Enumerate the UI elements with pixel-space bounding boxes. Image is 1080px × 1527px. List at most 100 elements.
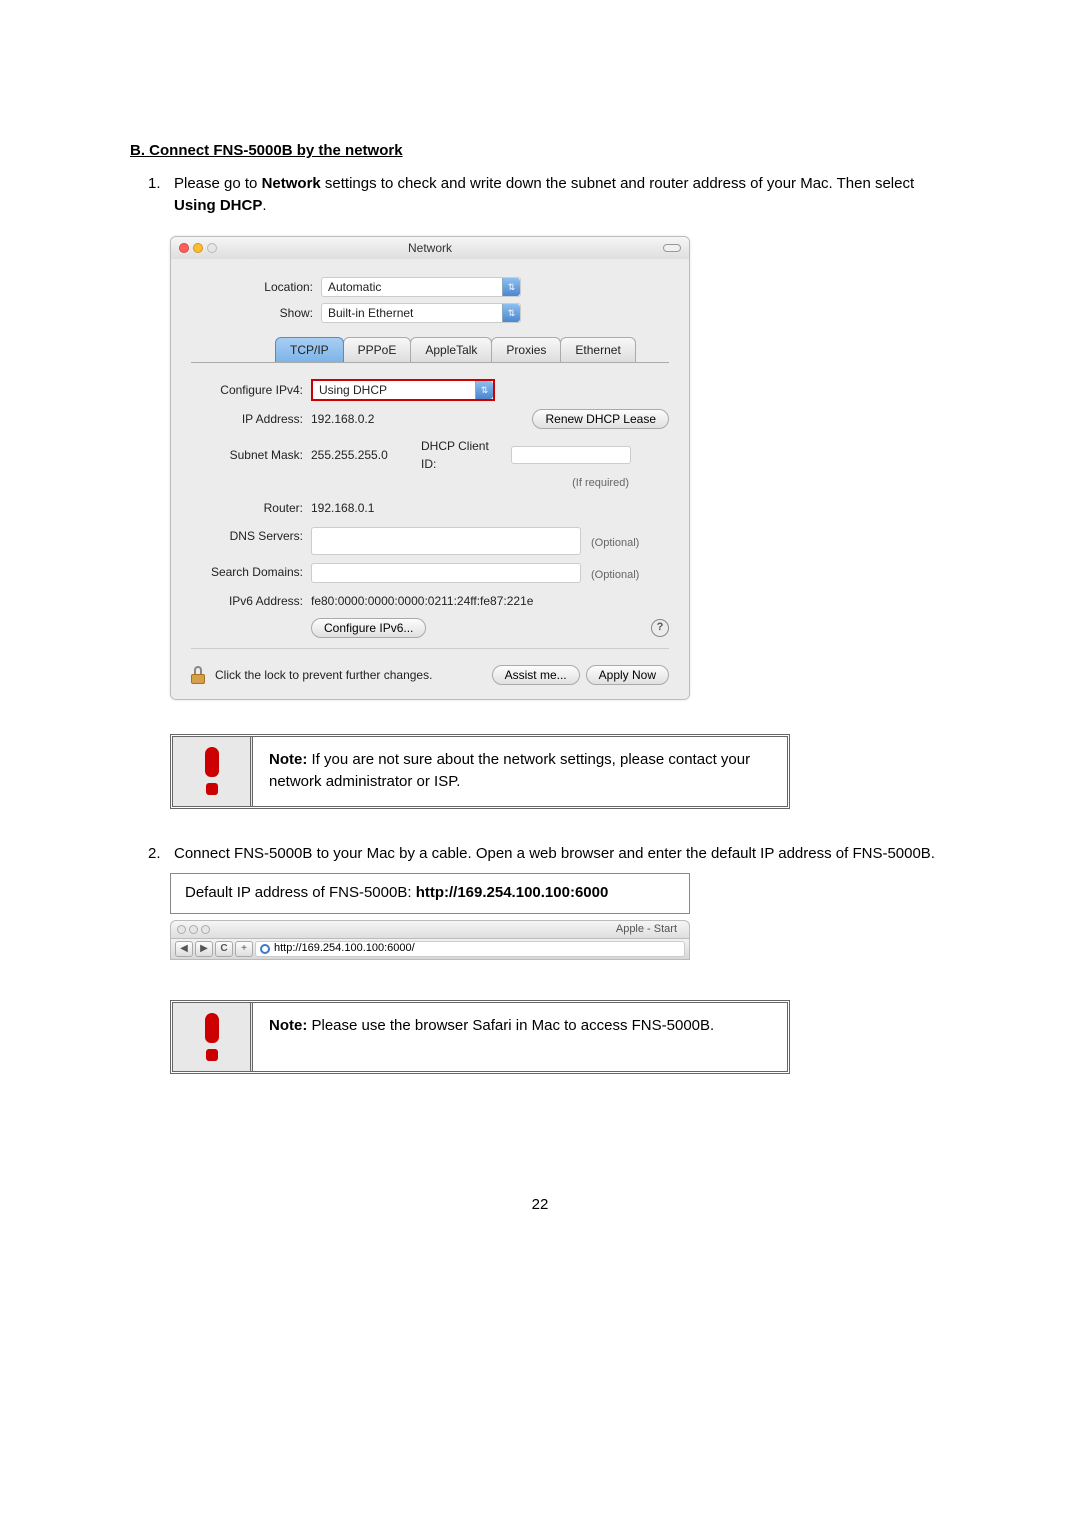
router-value: 192.168.0.1 [311, 499, 374, 517]
note-icon-cell [173, 737, 253, 806]
ip-box-pre: Default IP address of FNS-5000B: [185, 884, 416, 901]
location-label: Location: [191, 278, 321, 296]
configure-ipv6-button[interactable]: Configure IPv6... [311, 618, 426, 638]
show-label: Show: [191, 304, 321, 322]
ipv6-row: IPv6 Address: fe80:0000:0000:0000:0211:2… [191, 592, 669, 610]
browser-screenshot: Apple - Start ◀ ▶ C + http://169.254.100… [170, 920, 690, 960]
divider: Click the lock to prevent further change… [191, 648, 669, 685]
tabs: TCP/IP PPPoE AppleTalk Proxies Ethernet [275, 337, 669, 362]
show-select[interactable]: Built-in Ethernet ⇅ [321, 303, 521, 323]
ipv6-value: fe80:0000:0000:0000:0211:24ff:fe87:221e [311, 592, 533, 610]
ip-box-address: http://169.254.100.100:6000 [416, 884, 609, 901]
page-number: 22 [130, 1194, 950, 1217]
tab-pppoe[interactable]: PPPoE [343, 337, 412, 362]
subnet-label: Subnet Mask: [191, 446, 311, 464]
location-select[interactable]: Automatic ⇅ [321, 277, 521, 297]
step-1-mid: settings to check and write down the sub… [321, 175, 914, 192]
browser-page-title: Apple - Start [616, 921, 689, 938]
router-row: Router: 192.168.0.1 [191, 499, 669, 517]
zoom-icon[interactable] [201, 925, 210, 934]
highlight-box: Using DHCP ⇅ [311, 379, 495, 401]
site-icon [260, 944, 270, 954]
tab-proxies[interactable]: Proxies [491, 337, 561, 362]
step-2-text: Connect FNS-5000B to your Mac by a cable… [174, 843, 950, 866]
browser-titlebar: Apple - Start [170, 920, 690, 938]
window-content: Location: Automatic ⇅ Show: Built-in Ethe… [171, 259, 689, 699]
forward-button[interactable]: ▶ [195, 941, 213, 957]
note-icon-cell [173, 1003, 253, 1071]
close-icon[interactable] [177, 925, 186, 934]
show-value: Built-in Ethernet [328, 306, 413, 320]
tab-panel-tcpip: Configure IPv4: Using DHCP ⇅ IP Address: … [191, 362, 669, 638]
ip-address-row: IP Address: 192.168.0.2 Renew DHCP Lease [191, 409, 669, 429]
step-1-text: Please go to Network settings to check a… [174, 173, 950, 218]
help-icon[interactable]: ? [651, 619, 669, 637]
url-field[interactable]: http://169.254.100.100:6000/ [255, 941, 685, 957]
note-1-bold: Note: [269, 751, 307, 768]
renew-dhcp-button[interactable]: Renew DHCP Lease [532, 409, 669, 429]
network-window: Network Location: Automatic ⇅ Show: Built… [170, 236, 690, 700]
exclamation-icon [193, 747, 231, 795]
chevron-updown-icon: ⇅ [502, 304, 520, 322]
step-1: 1. Please go to Network settings to chec… [130, 173, 950, 218]
tab-tcpip[interactable]: TCP/IP [275, 337, 344, 362]
add-bookmark-button[interactable]: + [235, 941, 253, 957]
minimize-icon[interactable] [189, 925, 198, 934]
default-ip-box: Default IP address of FNS-5000B: http://… [170, 873, 690, 914]
note-2-text: Note: Please use the browser Safari in M… [253, 1003, 787, 1071]
step-2-number: 2. [148, 843, 174, 866]
section-heading: B. Connect FNS-5000B by the network [130, 140, 950, 163]
note-1-body: If you are not sure about the network se… [269, 751, 750, 791]
location-value: Automatic [328, 280, 381, 294]
lock-icon[interactable] [191, 666, 207, 684]
back-button[interactable]: ◀ [175, 941, 193, 957]
titlebar: Network [171, 237, 689, 259]
note-1-text: Note: If you are not sure about the netw… [253, 737, 787, 806]
browser-toolbar: ◀ ▶ C + http://169.254.100.100:6000/ [170, 938, 690, 960]
dhcp-client-id-input[interactable] [511, 446, 631, 464]
exclamation-icon [193, 1013, 231, 1061]
apply-now-button[interactable]: Apply Now [586, 665, 669, 685]
search-domains-row: Search Domains: (Optional) [191, 563, 669, 584]
url-text: http://169.254.100.100:6000/ [274, 940, 415, 957]
browser-window-controls [171, 925, 210, 934]
reload-button[interactable]: C [215, 941, 233, 957]
subnet-value: 255.255.255.0 [311, 446, 421, 464]
note-box-2: Note: Please use the browser Safari in M… [170, 1000, 790, 1074]
note-box-1: Note: If you are not sure about the netw… [170, 734, 790, 809]
note-2-bold: Note: [269, 1017, 307, 1034]
tab-appletalk[interactable]: AppleTalk [410, 337, 492, 362]
step-1-bold-dhcp: Using DHCP [174, 197, 262, 214]
step-1-bold-network: Network [262, 175, 321, 192]
router-label: Router: [191, 499, 311, 517]
step-1-number: 1. [148, 173, 174, 218]
configure-ipv4-row: Configure IPv4: Using DHCP ⇅ [191, 379, 669, 401]
search-domains-input[interactable] [311, 563, 581, 583]
chevron-updown-icon: ⇅ [502, 278, 520, 296]
note-2-body: Please use the browser Safari in Mac to … [307, 1017, 714, 1034]
dns-servers-input[interactable] [311, 527, 581, 555]
ip-address-label: IP Address: [191, 410, 311, 428]
ip-address-value: 192.168.0.2 [311, 410, 374, 428]
dhcp-client-id-label: DHCP Client ID: [421, 437, 511, 473]
tab-ethernet[interactable]: Ethernet [560, 337, 635, 362]
footer-row: Click the lock to prevent further change… [191, 665, 669, 685]
search-domains-label: Search Domains: [191, 563, 311, 581]
window-title: Network [171, 239, 689, 257]
assist-me-button[interactable]: Assist me... [492, 665, 580, 685]
configure-ipv4-select[interactable]: Using DHCP ⇅ [313, 381, 493, 399]
configure-ipv4-value: Using DHCP [319, 383, 387, 397]
show-row: Show: Built-in Ethernet ⇅ [191, 303, 669, 323]
dns-label: DNS Servers: [191, 527, 311, 545]
dhcp-note-row: (If required) [191, 475, 669, 492]
location-row: Location: Automatic ⇅ [191, 277, 669, 297]
step-1-pre: Please go to [174, 175, 262, 192]
lock-text: Click the lock to prevent further change… [215, 666, 432, 684]
configure-ipv4-label: Configure IPv4: [191, 381, 311, 399]
chevron-updown-icon: ⇅ [475, 381, 493, 399]
dns-row: DNS Servers: (Optional) [191, 527, 669, 555]
search-optional-note: (Optional) [591, 567, 639, 584]
dhcp-if-required-note: (If required) [572, 475, 629, 492]
ipv6-label: IPv6 Address: [191, 592, 311, 610]
step-1-post: . [262, 197, 266, 214]
